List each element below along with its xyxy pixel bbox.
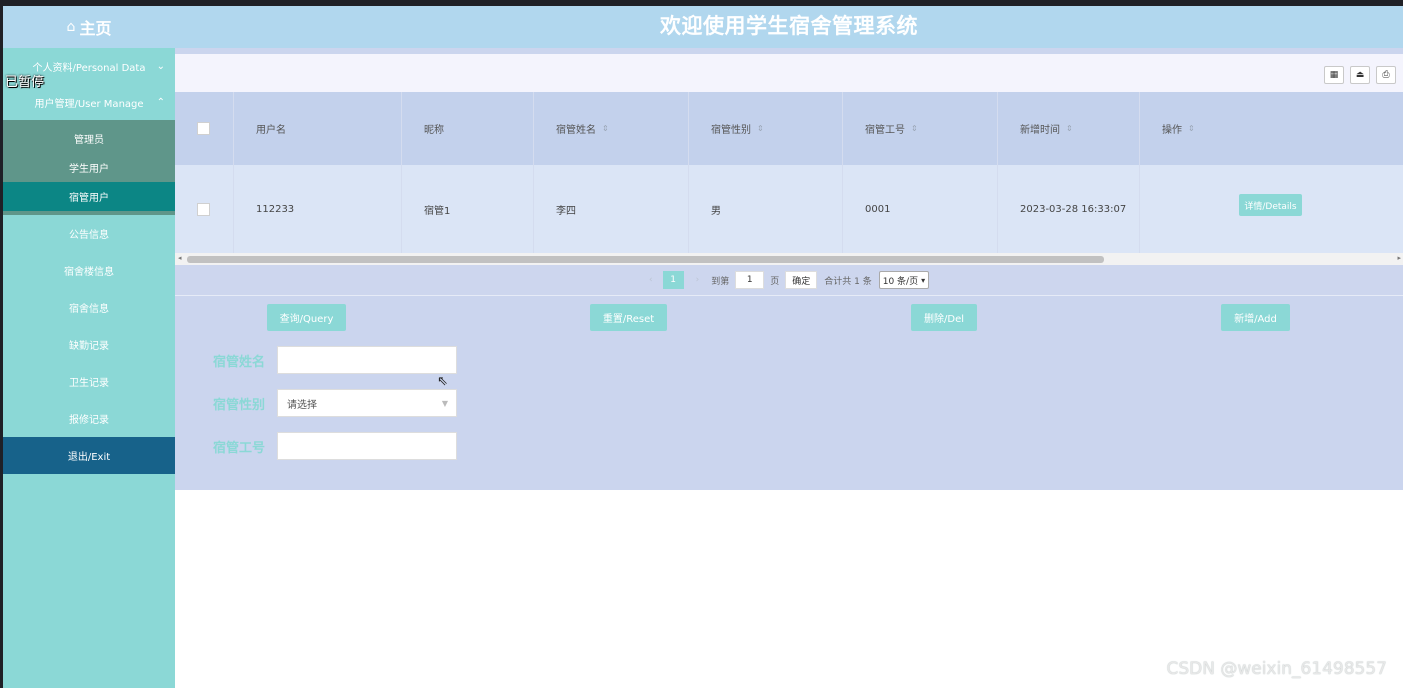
column-header-label: 宿管性别 xyxy=(711,125,751,136)
name-field[interactable] xyxy=(277,346,457,374)
scroll-left-icon[interactable]: ◂ xyxy=(178,254,182,262)
pagination-controls: ‹ 1 › 到第 1 页 确定 合计共 1 条 10 条/页 ▾ xyxy=(649,271,930,289)
form-row-name: 宿管姓名 xyxy=(213,346,457,374)
print-icon[interactable]: ⎙ xyxy=(1376,66,1396,84)
paused-overlay: 已暂停 xyxy=(5,75,45,90)
sidebar-item-student-user[interactable]: 学生用户 xyxy=(3,153,175,182)
prev-page-button[interactable]: ‹ xyxy=(649,275,653,285)
header: ⌂ 主页 欢迎使用学生宿舍管理系统 xyxy=(3,6,1403,48)
row-checkbox-cell xyxy=(175,165,234,253)
form-row-work-no: 宿管工号 xyxy=(213,432,457,460)
chevron-down-icon: ▼ xyxy=(441,398,448,408)
scroll-right-icon[interactable]: ▸ xyxy=(1397,254,1401,262)
cell-work-no: 0001 xyxy=(843,165,998,253)
page-unit-label: 页 xyxy=(770,276,780,287)
column-header-work-no[interactable]: 宿管工号 ⇕ xyxy=(843,92,998,165)
column-header-label: 用户名 xyxy=(256,125,286,136)
work-no-field[interactable] xyxy=(277,432,457,460)
cell-nickname: 宿管1 xyxy=(402,165,534,253)
column-header-name[interactable]: 宿管姓名 ⇕ xyxy=(534,92,689,165)
gender-select-placeholder: 请选择 xyxy=(287,399,317,411)
sort-icon[interactable]: ⇕ xyxy=(1188,124,1195,133)
page-size-select[interactable]: 10 条/页 ▾ xyxy=(878,271,930,289)
sidebar-item-absence[interactable]: 缺勤记录 xyxy=(3,326,175,363)
chevron-down-icon: ▾ xyxy=(921,275,926,285)
main-content: ▦ ⏏ ⎙ 用户名 昵称 宿管姓名 ⇕ 宿管性别 ⇕ 宿管工号 ⇕ 新增时间 ⇕… xyxy=(175,48,1403,688)
goto-confirm-button[interactable]: 确定 xyxy=(785,271,818,289)
page-number-current[interactable]: 1 xyxy=(662,271,684,289)
name-field-label: 宿管姓名 xyxy=(213,354,266,370)
sidebar-item-hygiene[interactable]: 卫生记录 xyxy=(3,363,175,400)
user-manage-submenu: 管理员 学生用户 宿管用户 xyxy=(3,120,175,215)
sidebar-item-admin[interactable]: 管理员 xyxy=(3,124,175,153)
cell-name: 李四 xyxy=(534,165,689,253)
cell-gender: 男 xyxy=(689,165,843,253)
column-header-created[interactable]: 新增时间 ⇕ xyxy=(998,92,1140,165)
table-toolbar: ▦ ⏏ ⎙ xyxy=(175,54,1403,92)
table-row[interactable]: 112233 宿管1 李四 男 0001 2023-03-28 16:33:07… xyxy=(175,165,1403,253)
sort-icon[interactable]: ⇕ xyxy=(911,124,918,133)
gender-select[interactable]: 请选择 ▼ xyxy=(277,389,457,417)
sidebar-item-dorm-manager-user[interactable]: 宿管用户 xyxy=(3,182,175,211)
home-link[interactable]: ⌂ 主页 xyxy=(3,6,175,48)
column-header-label: 昵称 xyxy=(424,125,444,136)
pagination: ‹ 1 › 到第 1 页 确定 合计共 1 条 10 条/页 ▾ xyxy=(175,265,1403,296)
gender-field-label: 宿管性别 xyxy=(213,397,266,413)
horizontal-scrollbar[interactable]: ◂ ▸ xyxy=(175,253,1403,265)
data-table: 用户名 昵称 宿管姓名 ⇕ 宿管性别 ⇕ 宿管工号 ⇕ 新增时间 ⇕ 操作 ⇕ … xyxy=(175,92,1403,253)
next-page-button[interactable]: › xyxy=(696,275,700,285)
content-panel: ▦ ⏏ ⎙ 用户名 昵称 宿管姓名 ⇕ 宿管性别 ⇕ 宿管工号 ⇕ 新增时间 ⇕… xyxy=(175,48,1403,490)
sidebar-item-notice[interactable]: 公告信息 xyxy=(3,215,175,252)
goto-page-input[interactable]: 1 xyxy=(735,271,765,289)
column-header-label: 新增时间 xyxy=(1020,125,1060,136)
cell-action: 详情/Details xyxy=(1140,165,1403,253)
column-header-label: 宿管姓名 xyxy=(556,125,596,136)
header-checkbox-cell xyxy=(175,92,234,165)
query-button[interactable]: 查询/Query xyxy=(267,304,346,331)
select-all-checkbox[interactable] xyxy=(197,122,210,135)
row-checkbox[interactable] xyxy=(197,202,210,216)
form-row-gender: 宿管性别 请选择 ▼ xyxy=(213,389,457,417)
table-header: 用户名 昵称 宿管姓名 ⇕ 宿管性别 ⇕ 宿管工号 ⇕ 新增时间 ⇕ 操作 ⇕ xyxy=(175,92,1403,165)
total-count: 合计共 1 条 xyxy=(824,276,872,287)
sidebar-item-dorm[interactable]: 宿舍信息 xyxy=(3,289,175,326)
column-header-action[interactable]: 操作 ⇕ xyxy=(1140,92,1403,165)
column-header-gender[interactable]: 宿管性别 ⇕ xyxy=(689,92,843,165)
exit-button[interactable]: 退出/Exit xyxy=(3,437,175,474)
home-icon: ⌂ xyxy=(66,19,76,35)
scroll-thumb[interactable] xyxy=(187,256,1104,263)
add-button[interactable]: 新增/Add xyxy=(1221,304,1290,331)
home-label: 主页 xyxy=(79,19,112,38)
goto-label: 到第 xyxy=(711,276,730,287)
sidebar-item-repair[interactable]: 报修记录 xyxy=(3,400,175,437)
mouse-cursor-icon: ⇖ xyxy=(437,374,448,389)
sidebar: 个人资料/Personal Data ⌄ 用户管理/User Manage ⌃ … xyxy=(3,48,175,688)
delete-button[interactable]: 删除/Del xyxy=(911,304,977,331)
app-window: ⌂ 主页 欢迎使用学生宿舍管理系统 个人资料/Personal Data ⌄ 用… xyxy=(3,6,1403,688)
sort-icon[interactable]: ⇕ xyxy=(602,124,609,133)
menu-user-manage-label: 用户管理/User Manage xyxy=(34,98,144,110)
chevron-down-icon: ⌄ xyxy=(156,60,165,72)
column-header-username: 用户名 xyxy=(234,92,402,165)
sidebar-item-building[interactable]: 宿舍楼信息 xyxy=(3,252,175,289)
export-icon[interactable]: ⏏ xyxy=(1350,66,1370,84)
chevron-up-icon: ⌃ xyxy=(156,96,165,108)
work-no-field-label: 宿管工号 xyxy=(213,440,266,456)
page-size-value: 10 条/页 xyxy=(882,276,919,287)
details-button[interactable]: 详情/Details xyxy=(1239,194,1302,216)
watermark: CSDN @weixin_61498557 xyxy=(1166,659,1387,679)
qr-code-icon[interactable]: ▦ xyxy=(1324,66,1344,84)
reset-button[interactable]: 重置/Reset xyxy=(590,304,667,331)
menu-personal-data-label: 个人资料/Personal Data xyxy=(32,62,146,74)
sort-icon[interactable]: ⇕ xyxy=(757,124,764,133)
sort-icon[interactable]: ⇕ xyxy=(1066,124,1073,133)
app-title: 欢迎使用学生宿舍管理系统 xyxy=(660,14,918,38)
column-header-label: 操作 xyxy=(1162,125,1182,136)
cell-username: 112233 xyxy=(234,165,402,253)
column-header-nickname: 昵称 xyxy=(402,92,534,165)
cell-created: 2023-03-28 16:33:07 xyxy=(998,165,1140,253)
column-header-label: 宿管工号 xyxy=(865,125,905,136)
